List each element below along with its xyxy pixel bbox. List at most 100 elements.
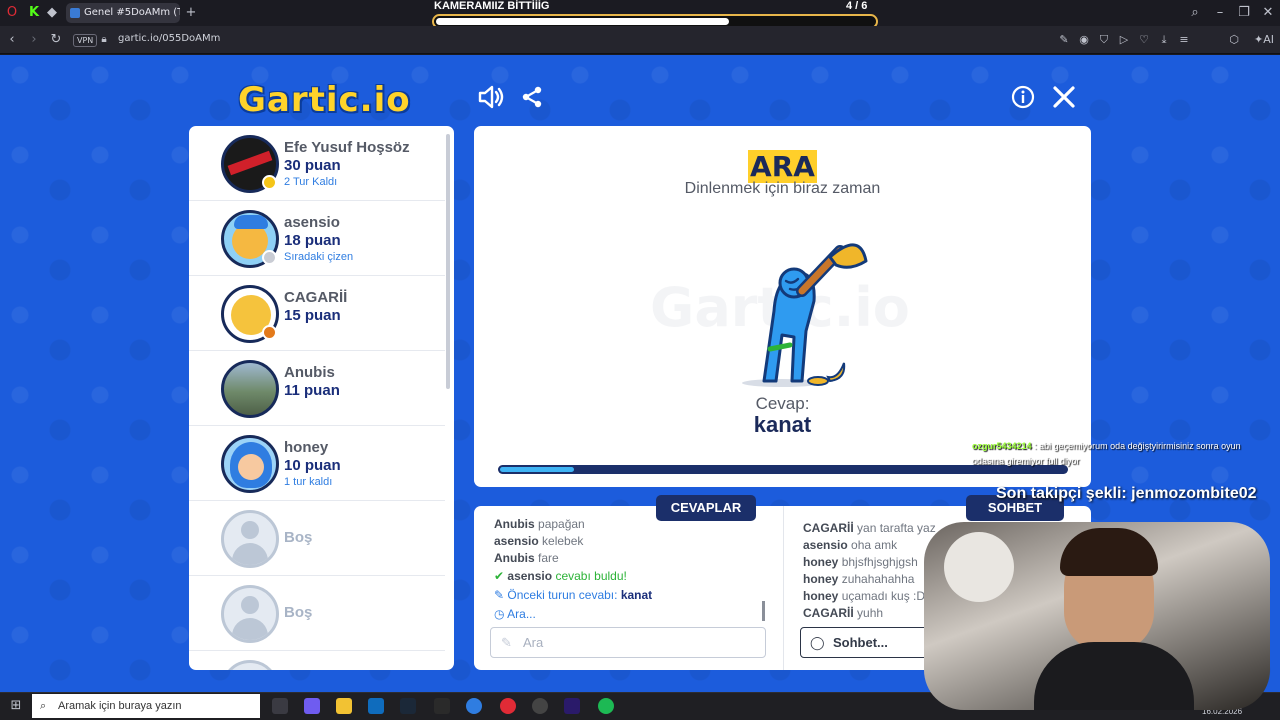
back-icon[interactable]: ‹ (4, 33, 20, 47)
status-badge (262, 325, 277, 340)
empty-avatar-icon (221, 585, 279, 643)
opera-icon[interactable] (500, 698, 516, 714)
ai-icon[interactable]: ✦AI (1252, 33, 1276, 47)
status-title-text: ARA (748, 150, 817, 183)
download-icon[interactable]: ⤓ (1156, 33, 1172, 47)
answer-text: kelebek (542, 534, 584, 548)
player-name: CAGARİİ (284, 289, 348, 306)
task-view-icon[interactable] (272, 698, 288, 714)
searching-line: ◷ Ara... (494, 607, 536, 621)
player-item[interactable]: asensio 18 puan Sıradaki çizen (189, 201, 445, 276)
player-note: 2 Tur Kaldı (284, 176, 338, 188)
spotify-icon[interactable] (598, 698, 614, 714)
round-timer-bar (498, 465, 1068, 474)
clock-icon: ◷ (494, 607, 505, 621)
answer-user: asensio (494, 534, 539, 548)
player-item[interactable]: Anubis 11 puan (189, 351, 445, 426)
searching-text: Ara... (507, 607, 536, 621)
close-window-icon[interactable]: ✕ (1260, 6, 1276, 20)
player-item[interactable]: honey 10 puan 1 tur kaldı (189, 426, 445, 501)
play-icon[interactable]: ▷ (1116, 33, 1132, 47)
previous-answer-label: Önceki turun cevabı: (507, 588, 618, 602)
stream-chat-text: : abi geçemiyorum oda değiştyirirmisiniz… (1034, 441, 1241, 451)
subgoal-progress-fill (436, 18, 730, 25)
answer-line: asensio kelebek (494, 534, 583, 548)
share-icon[interactable] (520, 85, 544, 109)
kick-icon[interactable]: K (26, 6, 42, 20)
status-title: ARA (474, 150, 1091, 183)
shield-icon[interactable]: ⛉ (1096, 33, 1112, 47)
pencil-icon: ✎ (494, 588, 505, 602)
epic-games-icon[interactable] (434, 698, 450, 714)
empty-slot: Boş (189, 576, 445, 651)
obs-icon[interactable] (532, 698, 548, 714)
subgoal-title: KAMERAMIIZ BİTTİİİG (434, 0, 550, 12)
chat-line: CAGARİİ yuhh (803, 606, 883, 620)
player-item[interactable]: Efe Yusuf Hoşsöz 30 puan 2 Tur Kaldı (189, 126, 445, 201)
streamer-hair (1060, 528, 1158, 576)
camera-icon[interactable]: ◉ (1076, 33, 1092, 47)
menu-icon[interactable]: ≡ (1176, 33, 1192, 47)
player-score: 10 puan (284, 457, 341, 474)
maximize-icon[interactable]: ❐ (1236, 6, 1252, 20)
steam-icon[interactable] (400, 698, 416, 714)
gartic-favicon-icon (70, 8, 80, 18)
answer-label: Cevap: (755, 394, 810, 413)
answers-scrollbar[interactable] (762, 601, 765, 621)
forward-icon[interactable]: › (26, 33, 42, 47)
answer-found-line: ✔ asensio cevabı buldu! (494, 569, 627, 583)
premiere-icon[interactable] (564, 698, 580, 714)
answer-input[interactable]: ✎ Ara (490, 627, 766, 658)
browser-tab-active[interactable]: Genel #5DoAMm (Türkçe) (66, 3, 180, 23)
extension-icon[interactable]: ◆ (44, 6, 60, 20)
chat-text: bhjsfhjsghjgsh (841, 555, 918, 569)
url-text[interactable]: gartic.io/055DoAMm (118, 33, 220, 44)
chat-line: honey zuhahahahha (803, 572, 914, 586)
sound-icon[interactable] (478, 85, 506, 109)
previous-answer-word: kanat (620, 588, 653, 602)
player-score: 11 puan (284, 382, 340, 399)
status-badge (262, 250, 277, 265)
chat-user: CAGARİİ (803, 521, 854, 535)
gartic-logo[interactable]: Gartic.io (238, 80, 411, 120)
taskbar-search-input[interactable]: ⌕ Aramak için buraya yazın (32, 694, 260, 718)
chat-text: oha amk (851, 538, 898, 552)
chat-input-placeholder: Sohbet... (833, 635, 888, 650)
minimize-icon[interactable]: – (1212, 6, 1228, 20)
tab-answers[interactable]: CEVAPLAR (656, 495, 756, 521)
info-icon[interactable] (1011, 85, 1035, 109)
resting-mascot-illustration (742, 243, 868, 387)
player-list-scrollbar[interactable] (446, 134, 450, 389)
player-name: asensio (284, 214, 340, 231)
last-follower-banner: Son takipçi şekli: jenmozombite02 (996, 485, 1257, 502)
outlook-icon[interactable] (368, 698, 384, 714)
edit-icon[interactable]: ✎ (1056, 33, 1072, 47)
player-item[interactable]: CAGARİİ 15 puan (189, 276, 445, 351)
chat-line: CAGARİİ yan tarafta yaz (803, 521, 936, 535)
player-note: Sıradaki çizen (284, 251, 354, 263)
copilot-icon[interactable] (304, 698, 320, 714)
app-icon[interactable] (466, 698, 482, 714)
search-icon[interactable]: ⌕ (1187, 6, 1203, 20)
extensions-icon[interactable]: ⬡ (1226, 33, 1242, 47)
answer-text: fare (538, 551, 559, 565)
file-explorer-icon[interactable] (336, 698, 352, 714)
vpn-badge[interactable]: VPN (73, 34, 98, 47)
chat-text: uçamadı kuş :D (841, 589, 926, 603)
stream-chat-user: ozgur5434214 (972, 441, 1032, 451)
round-timer-fill (500, 467, 574, 472)
answer-line: Anubis fare (494, 551, 559, 565)
close-game-icon[interactable] (1052, 85, 1076, 109)
player-name: Efe Yusuf Hoşsöz (284, 139, 410, 156)
webcam-overlay (924, 522, 1270, 710)
heart-icon[interactable]: ♡ (1136, 33, 1152, 47)
status-badge (262, 175, 277, 190)
chat-user: honey (803, 572, 839, 586)
streamer-body (1034, 642, 1194, 710)
windows-start-icon[interactable]: ⊞ (8, 699, 24, 713)
lock-icon: 🔒︎ (101, 34, 107, 45)
opera-logo-icon[interactable]: O (4, 6, 20, 20)
reload-icon[interactable]: ↻ (48, 33, 64, 47)
player-score: 30 puan (284, 157, 341, 174)
new-tab-icon[interactable]: + (183, 6, 199, 20)
